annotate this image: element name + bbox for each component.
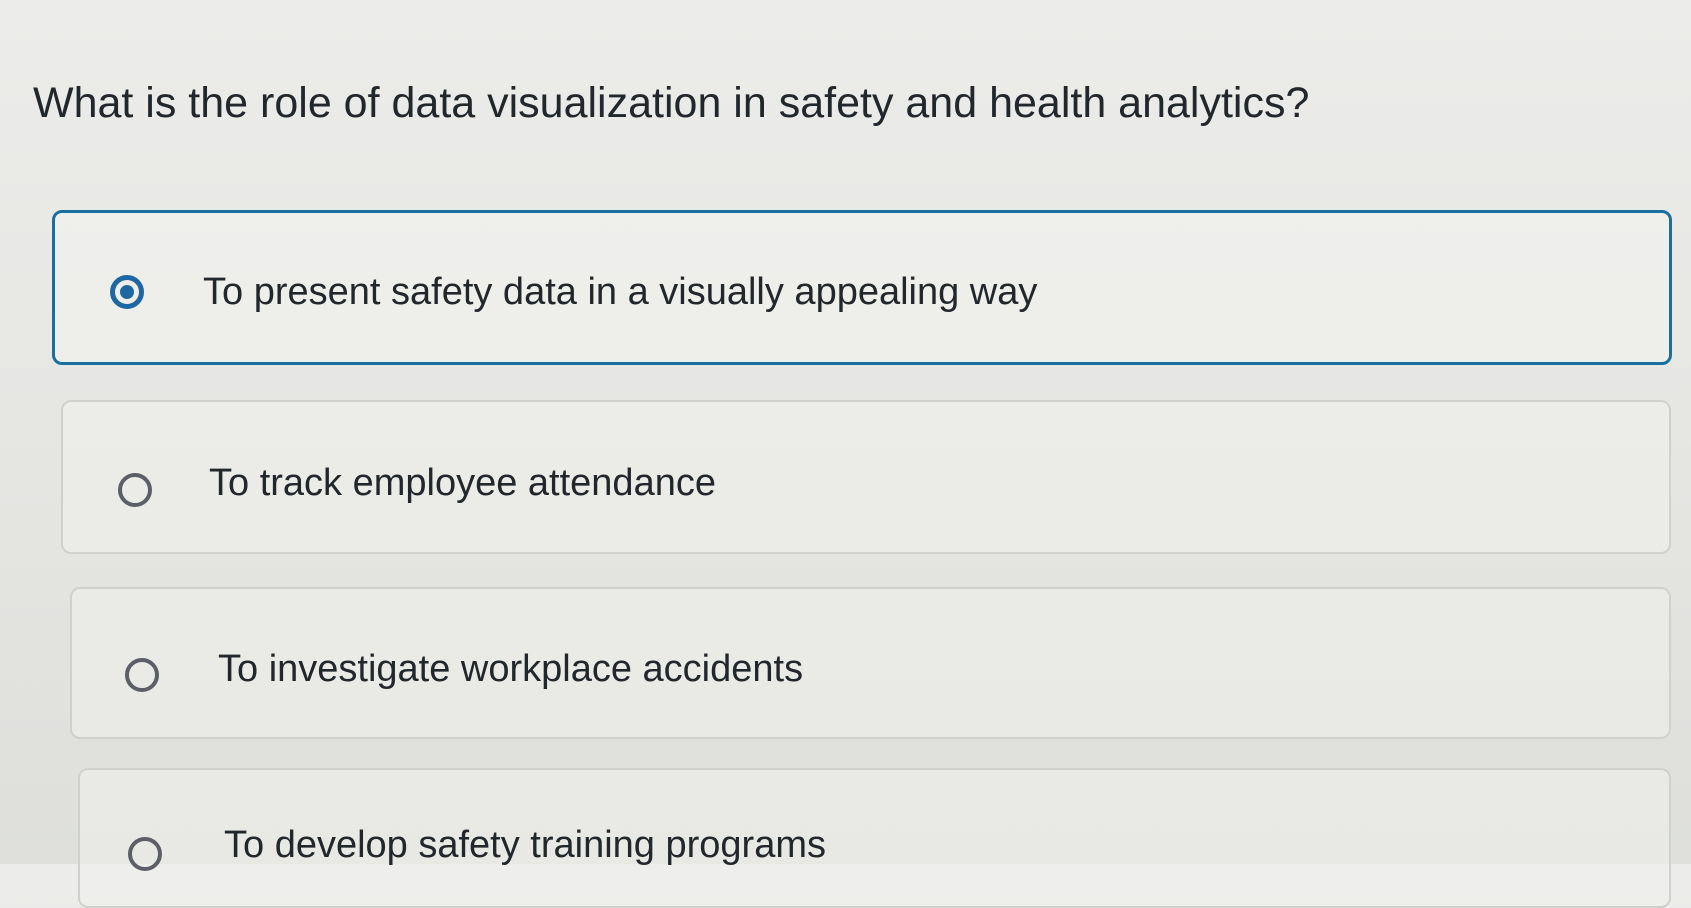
answer-option-label: To present safety data in a visually app… (203, 271, 1038, 313)
answer-option-label: To develop safety training programs (224, 824, 826, 866)
radio-selected-dot-icon (120, 285, 134, 299)
radio-unselected-icon[interactable] (118, 473, 152, 507)
radio-selected-icon[interactable] (110, 275, 144, 309)
question-text: What is the role of data visualization i… (33, 79, 1310, 127)
answer-option-label: To track employee attendance (209, 462, 716, 504)
answer-option-2[interactable]: To track employee attendance (61, 400, 1671, 554)
radio-unselected-icon[interactable] (128, 837, 162, 871)
answer-option-3[interactable]: To investigate workplace accidents (70, 587, 1671, 739)
answer-option-1[interactable]: To present safety data in a visually app… (52, 210, 1672, 365)
answer-option-4[interactable]: To develop safety training programs (78, 768, 1671, 908)
quiz-page: What is the role of data visualization i… (0, 0, 1691, 908)
answer-option-label: To investigate workplace accidents (218, 648, 804, 690)
radio-unselected-icon[interactable] (125, 658, 159, 692)
